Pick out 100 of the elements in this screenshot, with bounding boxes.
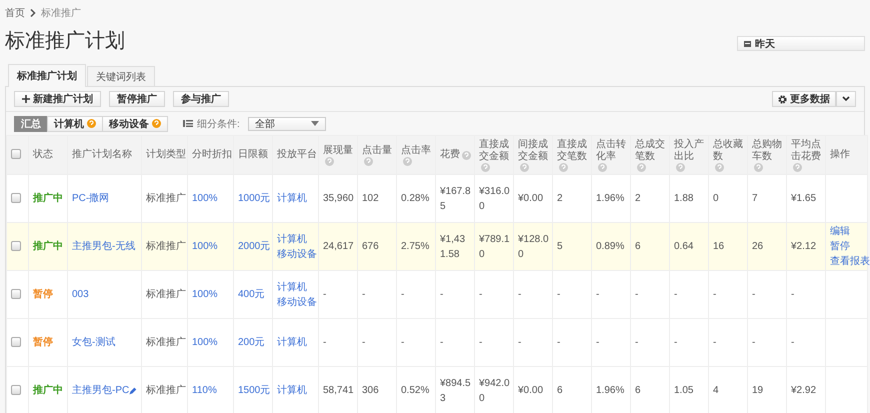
platform-link[interactable]: 移动设备 [277,294,317,310]
column-header: 总购物车数 [752,138,783,162]
segment-button[interactable]: 移动设备 [102,116,168,132]
tab[interactable]: 关键词列表 [87,66,155,86]
action-link[interactable]: 暂停 [830,239,866,254]
column-header: 直接成交笔数 [557,138,588,162]
segment-button[interactable]: 计算机 [47,116,103,132]
table-cell: - [748,270,786,318]
column-header: 间接成交金额 [518,138,549,162]
table-cell: 0.89% [592,222,630,270]
checkbox[interactable] [11,337,21,348]
checkbox[interactable] [11,241,21,252]
column-header: 直接成交金额 [479,138,510,162]
table-cell: 标准推广 [142,270,188,318]
checkbox[interactable] [11,289,21,300]
column-header: 操作 [830,149,850,161]
plus-icon [22,95,30,103]
table-cell: - [592,270,630,318]
table-cell: 26 [748,222,786,270]
table-cell: - [396,318,436,366]
chevron-right-icon [30,9,36,17]
filter-label: 细分条件: [197,118,240,130]
tab[interactable]: 标准推广计划 [8,64,86,87]
table-cell: - [436,318,474,366]
table-cell: - [514,318,552,366]
table-cell: 24,617 [318,222,358,270]
column-header: 点击率 [401,144,431,156]
filter-icon [183,120,193,127]
table-cell: - [474,270,514,318]
column-header: 状态 [33,149,53,161]
table-cell: 16 [708,222,748,270]
column-header: 花费 [440,149,460,161]
plan-name-link[interactable]: PC-撒网 [72,191,110,206]
table-cell: - [318,270,358,318]
table-cell: - [630,270,670,318]
help-icon [87,119,96,128]
gear-icon [778,94,787,104]
toolbar-button[interactable]: 暂停推广 [109,91,165,107]
plan-name-link[interactable]: 003 [72,287,89,302]
column-header: 分时折扣 [192,149,232,161]
checkbox[interactable] [11,385,21,396]
table-cell: ¥2.12 [786,222,826,270]
chevron-down-icon [842,96,850,102]
breadcrumb-link[interactable]: 首页 [5,6,25,20]
column-header: 总收藏数 [713,138,744,162]
table-cell: 标准推广 [142,222,188,270]
dropdown-button[interactable] [836,91,856,107]
caret-down-icon [310,121,319,126]
checkbox[interactable] [11,193,21,204]
table-cell: - [474,318,514,366]
table-cell: - [786,270,826,318]
table-cell: ¥128.00 [514,222,552,270]
table-cell: - [748,318,786,366]
table-cell: - [436,270,474,318]
table-cell: - [358,270,396,318]
table-cell: - [592,318,630,366]
table-cell: - [708,318,748,366]
table-cell: - [708,270,748,318]
breadcrumb-link[interactable]: 标准推广 [41,6,81,20]
table-cell: 6 [630,222,670,270]
table-cell: 标准推广 [142,318,188,366]
table-cell: - [358,318,396,366]
toolbar-button[interactable]: 参与推广 [173,91,229,107]
calendar-icon [744,40,751,47]
platform-link[interactable]: 移动设备 [277,246,317,262]
segment-button[interactable]: 汇总 [14,116,48,132]
help-icon [152,119,161,128]
table-cell: ¥789.10 [474,222,514,270]
action-link[interactable]: 编辑 [830,224,866,239]
date-button[interactable]: 昨天 [737,36,865,51]
column-header: 推广计划名称 [72,149,132,161]
column-header: 投入产出比 [674,138,705,162]
table-cell: - [318,318,358,366]
table-cell: 5 [552,222,592,270]
status-text: 暂停 [28,318,68,366]
column-header: 点击量 [362,144,392,156]
table-cell: - [552,270,592,318]
status-text: 推广中 [28,222,68,270]
column-header: 展现量 [323,144,353,156]
more-data-button[interactable]: 更多数据 [772,91,836,107]
table-cell: 676 [358,222,396,270]
table-cell: 2.75% [396,222,436,270]
platform-link[interactable]: 计算机 [277,232,317,246]
column-header: 计划类型 [146,149,186,161]
column-header: 总成交笔数 [635,138,666,162]
page-title: 标准推广计划 [5,29,125,54]
table-cell: - [514,270,552,318]
toolbar-button[interactable]: 新建推广计划 [14,91,101,107]
column-header: 日限额 [238,149,268,161]
table-cell: ¥1,431.58 [436,222,474,270]
table-cell: - [396,270,436,318]
column-header: 平均点击花费 [791,138,822,162]
checkbox[interactable] [11,149,21,160]
condition-select[interactable]: 全部 [248,116,326,130]
table-cell: 0.64 [670,222,708,270]
plan-name-link[interactable]: 女包-测试 [72,335,116,350]
status-text: 暂停 [28,270,68,318]
table-cell: - [670,318,708,366]
platform-link[interactable]: 计算机 [277,280,317,294]
column-header: 投放平台 [277,149,317,161]
